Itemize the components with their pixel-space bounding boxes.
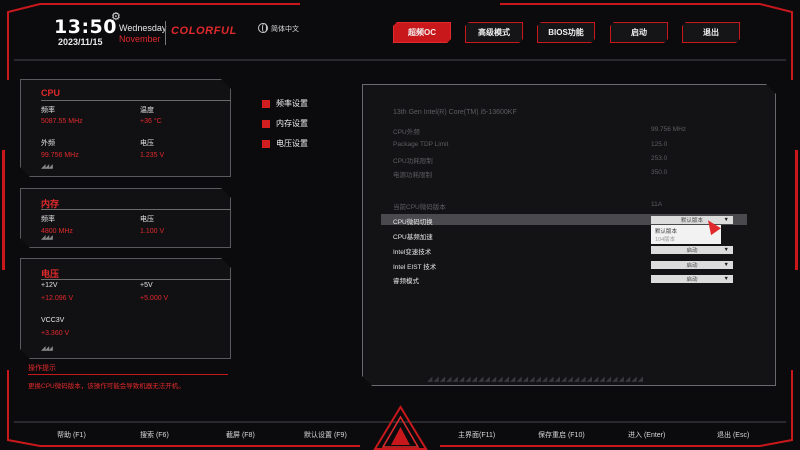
main-page-key[interactable]: 主界面(F11) xyxy=(458,430,495,440)
speedstep-dropdown[interactable]: 启动 ▼ xyxy=(651,246,733,254)
help-key[interactable]: 帮助 (F1) xyxy=(57,430,86,440)
cpu-bclk-label: 外频 xyxy=(41,140,55,147)
panel-deco: ◢◢◢ xyxy=(41,235,52,241)
enter-key[interactable]: 进入 (Enter) xyxy=(628,430,665,440)
turbo-mode-dropdown[interactable]: 启动 ▼ xyxy=(651,275,733,283)
dropdown-value: 启动 xyxy=(686,248,698,254)
panel-deco: ◢◢◢◢◢◢◢◢◢◢◢◢◢◢◢◢◢◢◢◢◢◢◢◢◢◢◢◢◢◢◢◢◢◢ xyxy=(427,376,645,383)
setting-label[interactable]: 睿频模式 xyxy=(393,275,419,285)
cpu-freq-label: 频率 xyxy=(41,107,55,114)
brand-emblem-icon xyxy=(373,405,428,450)
info-value: 99.756 MHz xyxy=(651,126,687,133)
tab-boot[interactable]: 启动 xyxy=(610,22,668,43)
vcc-value: +3.360 V xyxy=(41,330,70,337)
v12-value: +12.096 V xyxy=(41,295,74,302)
menu-item-frequency[interactable]: 频率设置 xyxy=(262,98,308,109)
mem-volt-value: 1.100 V xyxy=(140,228,165,235)
globe-icon[interactable] xyxy=(258,23,268,33)
hint-text: 更换CPU微码版本，该操作可能会导致机器无法开机。 xyxy=(28,383,185,390)
cpu-volt-value: 1.235 V xyxy=(140,152,165,159)
dropdown-value: 默认版本 xyxy=(680,218,703,224)
mem-volt-label: 电压 xyxy=(140,216,154,223)
memory-panel: 内存 频率 4800 MHz 电压 1.100 V ◢◢◢ xyxy=(20,188,231,248)
chevron-down-icon: ▼ xyxy=(723,247,729,253)
setting-label[interactable]: Intel变速技术 xyxy=(393,246,431,256)
panel-underline xyxy=(41,279,231,280)
hint-title: 操作提示 xyxy=(28,365,56,372)
header-divider xyxy=(165,21,166,45)
panel-underline xyxy=(41,209,231,210)
chevron-down-icon: ▼ xyxy=(723,262,729,268)
microcode-label: 当前CPU微码版本 xyxy=(393,204,446,211)
dropdown-option[interactable]: 104版本 xyxy=(655,235,675,243)
info-value: 253.0 xyxy=(651,155,668,162)
microcode-value: 11A xyxy=(651,201,663,208)
info-value: 125.0 xyxy=(651,141,668,148)
dropdown-value: 启动 xyxy=(686,277,698,283)
chevron-down-icon: ▼ xyxy=(723,217,729,223)
dropdown-value: 启动 xyxy=(686,263,698,269)
info-label: Package TDP Limit xyxy=(393,141,449,148)
menu-bullet-icon xyxy=(262,139,270,148)
tab-advanced[interactable]: 高级模式 xyxy=(465,22,523,43)
voltage-panel: 电压 +12V +12.096 V +5V +5.000 V VCC3V +3.… xyxy=(20,258,231,359)
weekday-label: Wednesday xyxy=(119,23,167,33)
v5-value: +5.000 V xyxy=(140,295,169,302)
menu-item-voltage[interactable]: 电压设置 xyxy=(262,138,308,149)
cpu-panel: CPU 频率 5087.55 MHz 温度 +36 °C 外频 99.756 M… xyxy=(20,79,231,177)
settings-panel: 13th Gen Intel(R) Core(TM) i5-13600KF CP… xyxy=(362,84,776,386)
brand-logo: COLORFUL xyxy=(171,25,237,37)
tab-exit[interactable]: 退出 xyxy=(682,22,740,43)
cpu-bclk-value: 99.756 MHz xyxy=(41,152,79,159)
menu-bullet-icon xyxy=(262,119,270,128)
panel-deco: ◢◢◢ xyxy=(41,346,52,352)
v5-label: +5V xyxy=(140,282,153,289)
save-reboot-key[interactable]: 保存重启 (F10) xyxy=(538,430,585,440)
panel-deco: ◢◢◢ xyxy=(41,164,52,170)
setting-label[interactable]: Intel EIST 技术 xyxy=(393,261,436,271)
v12-label: +12V xyxy=(41,282,58,289)
clock-date: 2023/11/15 xyxy=(58,37,103,47)
info-label: CPU外频 xyxy=(393,129,420,136)
microcode-dropdown[interactable]: 默认版本 ▼ xyxy=(651,216,733,224)
exit-key[interactable]: 退出 (Esc) xyxy=(717,430,749,440)
info-label: 电源功耗限制 xyxy=(393,172,432,179)
eist-dropdown[interactable]: 启动 ▼ xyxy=(651,261,733,269)
cpu-temp-value: +36 °C xyxy=(140,118,162,125)
clock-time: 13:50 xyxy=(54,16,117,38)
chevron-down-icon: ▼ xyxy=(723,276,729,282)
panel-underline xyxy=(41,100,231,101)
screenshot-key[interactable]: 截屏 (F8) xyxy=(226,430,255,440)
setting-label[interactable]: CPU基频加速 xyxy=(393,231,433,241)
info-label: CPU功耗限制 xyxy=(393,158,433,165)
tab-oc[interactable]: 超频OC xyxy=(393,22,451,43)
load-defaults-key[interactable]: 默认设置 (F9) xyxy=(304,430,347,440)
cpu-freq-value: 5087.55 MHz xyxy=(41,118,83,125)
hint-divider xyxy=(28,374,228,375)
cpu-volt-label: 电压 xyxy=(140,140,154,147)
month-label: November xyxy=(119,34,161,44)
gear-icon[interactable]: ⚙ xyxy=(111,10,121,23)
menu-item-memory[interactable]: 内存设置 xyxy=(262,118,308,129)
menu-item-label: 频率设置 xyxy=(276,99,308,108)
language-selector[interactable]: 简体中文 xyxy=(271,24,299,34)
menu-item-label: 内存设置 xyxy=(276,119,308,128)
search-key[interactable]: 搜索 (F6) xyxy=(140,430,169,440)
tab-bios-features[interactable]: BIOS功能 xyxy=(537,22,595,43)
cpu-model-name: 13th Gen Intel(R) Core(TM) i5-13600KF xyxy=(393,109,517,116)
menu-bullet-icon xyxy=(262,99,270,108)
dropdown-option[interactable]: 默认版本 xyxy=(655,227,677,235)
menu-item-label: 电压设置 xyxy=(276,139,308,148)
mem-freq-label: 频率 xyxy=(41,216,55,223)
vcc-label: VCC3V xyxy=(41,317,65,324)
cpu-temp-label: 温度 xyxy=(140,107,154,114)
setting-label[interactable]: CPU微码切换 xyxy=(393,216,433,226)
info-value: 350.0 xyxy=(651,169,668,176)
cpu-panel-title: CPU xyxy=(41,88,61,98)
